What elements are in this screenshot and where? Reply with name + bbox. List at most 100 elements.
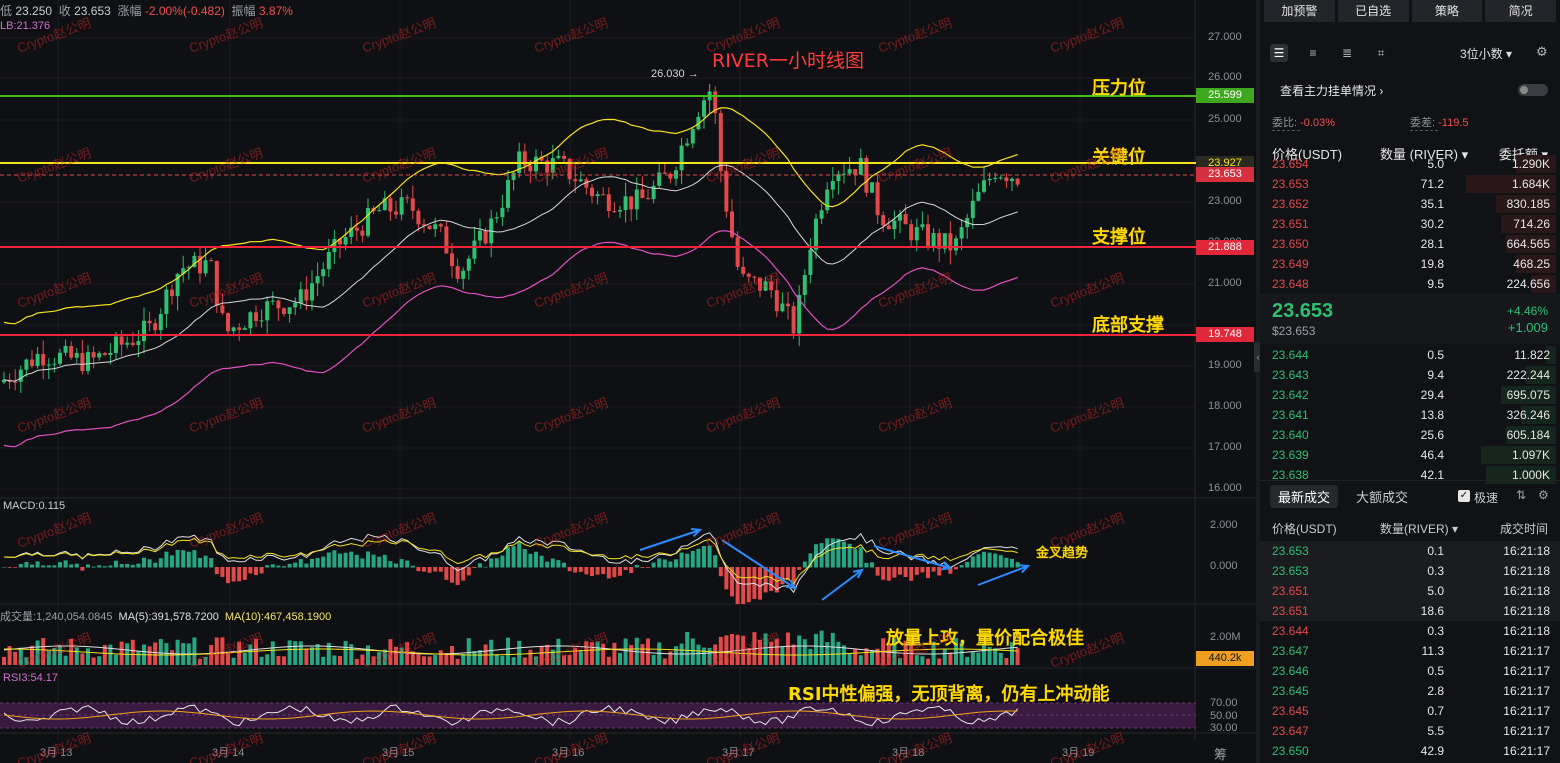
main-orders-toggle[interactable] [1518,84,1548,96]
ask-order-row[interactable]: 23.648 9.5 224.656 [1260,274,1560,294]
candle-body [931,233,936,247]
ask-order-row[interactable]: 23.653 71.2 1.684K [1260,174,1560,194]
volume-bar [500,655,505,665]
bottom-tool-icons[interactable]: 筹 爆 [1214,744,1256,763]
volume-bar [338,656,342,665]
main-orders-link[interactable]: 查看主力挂单情况 › [1280,82,1383,99]
macd-histogram-bar [657,558,662,568]
trade-price-header: 价格(USDT) [1272,522,1337,536]
volume-bar [108,644,113,665]
bid-order-row[interactable]: 23.641 13.8 326.246 [1260,405,1560,425]
last-price-block: 23.653 $23.653 +4.46% +1.009 [1260,294,1560,344]
volume-bar [209,644,214,665]
fast-mode-checkbox[interactable]: ✓ [1458,490,1470,502]
tab-large-trades[interactable]: 大额成交 [1356,485,1408,508]
candle-body [254,312,258,322]
volume-bar [35,640,40,665]
volume-bar [170,650,174,665]
candle-body [954,238,958,251]
bid-order-row[interactable]: 23.643 9.4 222.244 [1260,365,1560,385]
order-price: 23.644 [1272,348,1309,362]
candle-body [399,197,404,215]
candle-body [455,266,460,279]
asks-only-view-icon[interactable]: ≣ [1338,44,1356,62]
volume-bar [231,657,236,665]
ask-order-row[interactable]: 23.651 30.2 714.26 [1260,214,1560,234]
candle-body [634,189,639,210]
candle-body [511,172,516,181]
macd-histogram-bar [976,554,981,568]
macd-histogram-bar [80,567,85,571]
macd-histogram-bar [612,567,617,578]
strategy-button[interactable]: 策略 [1411,0,1483,22]
volume-bar [864,648,869,665]
macd-histogram-bar [998,555,1003,568]
macd-histogram-bar [500,555,505,568]
price-tick: 18.000 [1208,400,1242,412]
macd-histogram-bar [668,561,673,568]
candle-body [623,196,628,211]
bid-order-row[interactable]: 23.639 46.4 1.097K [1260,445,1560,465]
depth-view-icon[interactable]: ⌗ [1372,44,1390,62]
date-tick: 3月 13 [40,747,73,759]
gear-icon[interactable]: ⚙ [1536,44,1548,60]
level-tag-support: 21.888 [1196,240,1254,255]
macd-histogram-bar [690,550,695,568]
bid-order-row[interactable]: 23.642 29.4 695.075 [1260,385,1560,405]
candle-body [998,177,1003,179]
watchlist-button[interactable]: 已自选 [1337,0,1409,22]
volume-bar [287,640,292,665]
ask-order-row[interactable]: 23.650 28.1 664.565 [1260,234,1560,254]
candle-body [293,302,298,308]
candle-body [46,364,51,366]
both-sides-view-icon[interactable]: ☰ [1270,44,1288,62]
macd-histogram-bar [198,557,202,568]
decimals-select[interactable]: 3位小数 ▾ [1460,45,1512,62]
macd-histogram-bar [466,567,471,576]
order-price: 23.654 [1272,157,1309,171]
macd-histogram-bar [679,552,684,568]
candle-body [24,359,29,370]
volume-bar [718,636,723,665]
gear-icon[interactable]: ⚙ [1538,488,1549,502]
trade-qty: 0.3 [1427,564,1444,578]
order-qty: 46.4 [1420,448,1444,462]
ask-order-row[interactable]: 23.654 5.0 1.290K [1260,154,1560,174]
candle-body [343,237,348,245]
chart-area[interactable]: 低 23.250 收 23.653 涨幅 -2.00%(-0.482) 振幅 3… [0,0,1256,763]
date-tick: 3月 14 [212,747,245,759]
macd-histogram-bar [522,549,527,568]
volume-bar [377,652,382,665]
add-alert-button[interactable]: 加预警 [1264,0,1335,22]
macd-histogram-bar [892,567,897,578]
sort-icon[interactable]: ⇅ [1516,488,1526,502]
candle-body [41,353,46,366]
macd-histogram-bar [528,553,533,568]
macd-histogram-bar [158,558,163,568]
volume-bar [584,641,589,665]
volume-bar [97,656,102,665]
volume-bar [623,638,628,665]
trade-qty-header[interactable]: 数量(RIVER) ▾ [1380,520,1458,537]
ask-order-row[interactable]: 23.652 35.1 830.185 [1260,194,1560,214]
bids-only-view-icon[interactable]: ≡ [1304,44,1322,62]
candle-body [763,281,768,291]
overview-button[interactable]: 简况 [1485,0,1556,22]
annotation-volume: 放量上攻，量价配合极佳 [886,628,1084,649]
bid-order-row[interactable]: 23.640 25.6 605.184 [1260,425,1560,445]
order-qty: 9.5 [1427,277,1444,291]
order-qty: 25.6 [1420,428,1444,442]
trade-time: 16:21:17 [1503,724,1550,738]
order-price: 23.652 [1272,197,1309,211]
macd-histogram-bar [175,549,180,568]
diff-underline [1410,130,1438,131]
order-total: 326.246 [1506,408,1550,422]
macd-tick: 0.000 [1210,560,1238,572]
bid-order-row[interactable]: 23.644 0.5 11.822 [1260,345,1560,365]
trade-qty: 5.0 [1427,584,1444,598]
macd-histogram-bar [74,563,79,568]
candle-body [494,217,499,219]
tab-latest-trades[interactable]: 最新成交 [1270,485,1339,508]
volume-bar [259,656,264,665]
ask-order-row[interactable]: 23.649 19.8 468.25 [1260,254,1560,274]
